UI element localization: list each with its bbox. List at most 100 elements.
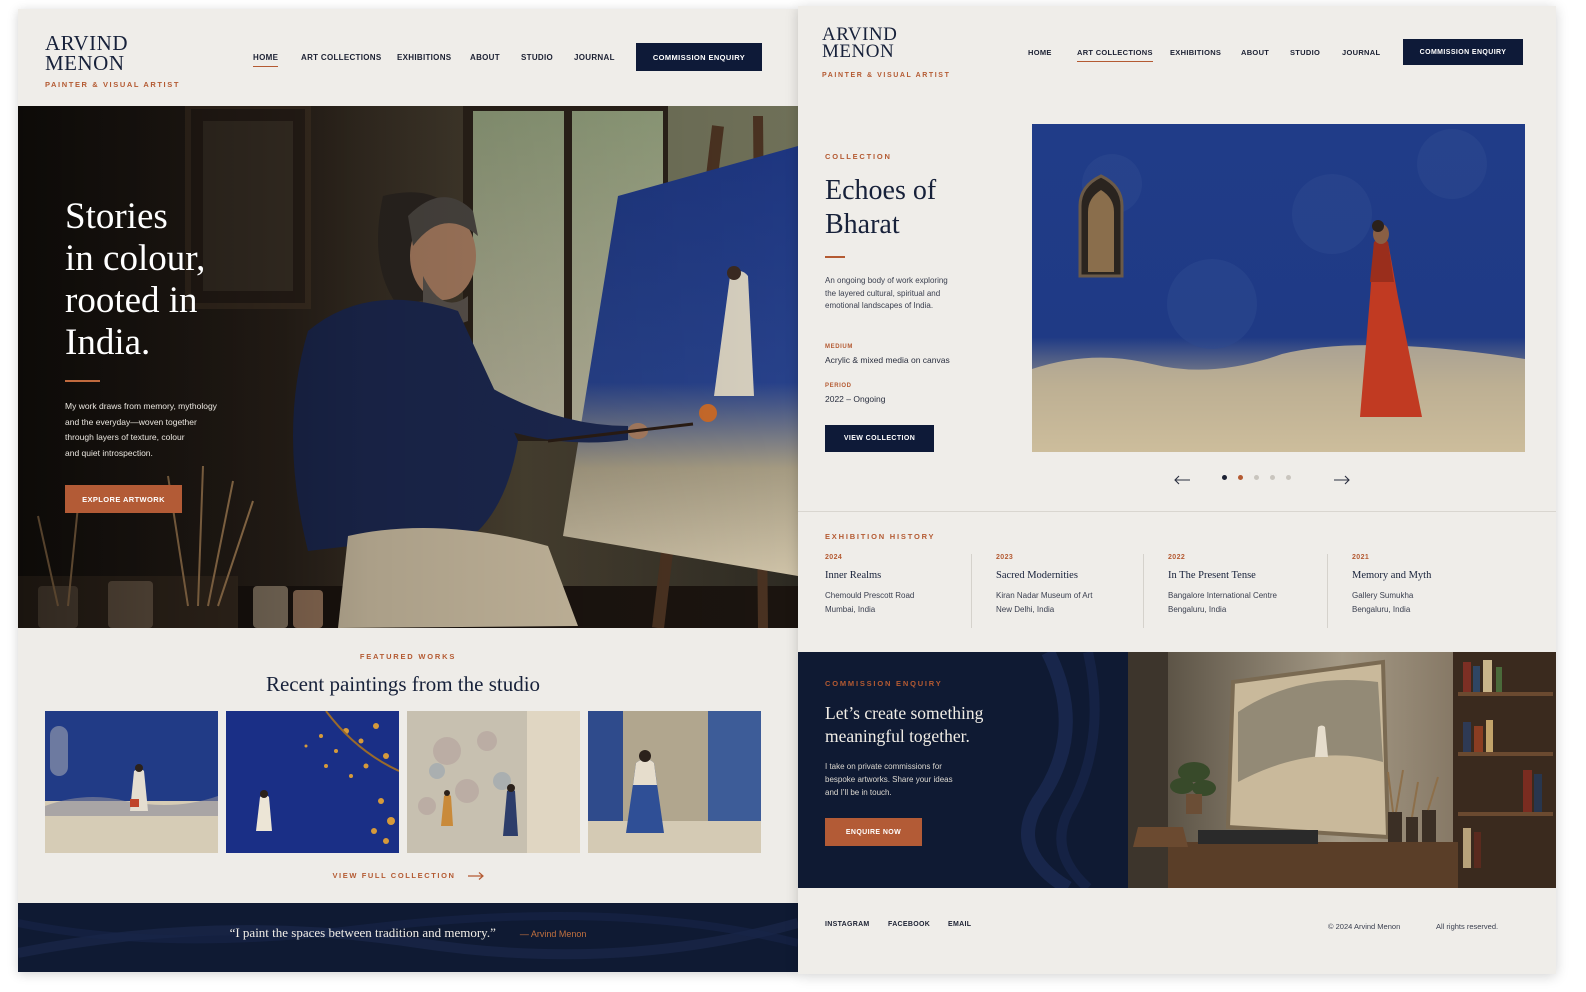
collection-description-line: the layered cultural, spiritual and <box>825 288 941 298</box>
exhibition-venue: Bangalore International Centre <box>1168 591 1277 600</box>
painting-image <box>407 711 580 853</box>
nav-art-collections[interactable]: ART COLLECTIONS <box>1077 48 1153 62</box>
site-header: ARVIND MENON PAINTER & VISUAL ARTIST HOM… <box>18 9 798 106</box>
commission-description-line: I take on private commissions for <box>825 762 942 771</box>
logo[interactable]: ARVIND MENON <box>822 25 897 62</box>
featured-painting-4[interactable] <box>588 711 761 853</box>
commission-enquiry-button[interactable]: COMMISSION ENQUIRY <box>636 43 762 71</box>
collection-description-line: An ongoing body of work exploring <box>825 276 948 285</box>
instagram-link[interactable]: INSTAGRAM <box>825 921 870 928</box>
hero-description-line: and quiet introspection. <box>65 447 153 458</box>
collection-divider <box>825 256 845 258</box>
home-page: ARVIND MENON PAINTER & VISUAL ARTIST HOM… <box>18 9 798 972</box>
painting-image <box>226 711 399 853</box>
carousel-dots <box>1222 475 1302 481</box>
exhibition-year: 2022 <box>1168 554 1186 561</box>
collection-description: An ongoing body of work exploring the la… <box>825 275 948 313</box>
footer: INSTAGRAM FACEBOOK EMAIL © 2024 Arvind M… <box>798 888 1556 974</box>
featured-title: Recent paintings from the studio <box>265 672 541 696</box>
carousel-dot[interactable] <box>1254 475 1259 480</box>
exhibition-city: Bengaluru, India <box>1168 605 1227 614</box>
period-value: 2022 – Ongoing <box>825 394 886 404</box>
commission-eyebrow: COMMISSION ENQUIRY <box>825 679 943 688</box>
logo[interactable]: ARVIND MENON <box>45 31 128 74</box>
nav-journal[interactable]: JOURNAL <box>574 53 615 62</box>
commission-description: I take on private commissions for bespok… <box>825 760 953 799</box>
view-full-collection-link[interactable]: VIEW FULL COLLECTION <box>18 871 798 880</box>
collection-title-line: Bharat <box>825 209 900 240</box>
hero-heading-line: in colour, <box>65 238 206 279</box>
email-link[interactable]: EMAIL <box>948 921 971 928</box>
collections-page: ARVIND MENON PAINTER & VISUAL ARTIST HOM… <box>798 6 1556 974</box>
carousel-dot[interactable] <box>1222 475 1227 480</box>
divider <box>971 554 972 628</box>
featured-painting-3[interactable] <box>407 711 580 853</box>
hero-section: Stories in colour, rooted in India. My w… <box>18 106 798 628</box>
exhibition-year: 2021 <box>1352 554 1370 561</box>
featured-painting-2[interactable] <box>226 711 399 853</box>
hero-description: My work draws from memory, mythology and… <box>65 399 217 461</box>
hero-heading: Stories in colour, rooted in India. <box>65 196 205 364</box>
painting-image <box>45 711 218 853</box>
quote-author: — Arvind Menon <box>519 929 587 939</box>
hero-description-line: My work draws from memory, mythology <box>65 401 217 411</box>
nav-studio[interactable]: STUDIO <box>521 53 553 62</box>
nav-exhibitions[interactable]: EXHIBITIONS <box>1170 48 1221 57</box>
exhibition-year: 2023 <box>996 554 1014 561</box>
featured-eyebrow: FEATURED WORKS <box>359 652 457 661</box>
exhibition-item[interactable]: 2024 Inner Realms Chemould Prescott Road… <box>825 554 914 626</box>
exhibition-title: In The Present Tense <box>1168 570 1256 581</box>
copyright: © 2024 Arvind Menon <box>1328 922 1401 931</box>
medium-value: Acrylic & mixed media on canvas <box>825 355 950 365</box>
medium-label: MEDIUM <box>825 344 853 350</box>
hero-heading-line: rooted in <box>65 280 198 321</box>
commission-title-line: Let’s create something <box>825 703 984 723</box>
arrow-left-icon <box>1174 475 1190 485</box>
exhibition-city: Bengaluru, India <box>1352 605 1411 614</box>
nav-about[interactable]: ABOUT <box>1241 48 1269 57</box>
exhibition-item[interactable]: 2023 Sacred Modernities Kiran Nadar Muse… <box>996 554 1092 626</box>
facebook-link[interactable]: FACEBOOK <box>888 921 930 928</box>
view-collection-button[interactable]: VIEW COLLECTION <box>825 425 934 452</box>
divider <box>798 511 1556 512</box>
commission-title-line: meaningful together. <box>825 726 970 746</box>
commission-title: Let’s create something meaningful togeth… <box>825 702 983 748</box>
painting-image <box>1032 124 1525 452</box>
featured-painting-1[interactable] <box>45 711 218 853</box>
nav-journal[interactable]: JOURNAL <box>1342 48 1380 57</box>
divider <box>1143 554 1144 628</box>
carousel-next-button[interactable] <box>1334 472 1350 490</box>
collection-eyebrow: COLLECTION <box>825 152 892 161</box>
explore-artwork-button[interactable]: EXPLORE ARTWORK <box>65 485 182 513</box>
exhibition-venue: Chemould Prescott Road <box>825 591 915 600</box>
commission-enquiry-button[interactable]: COMMISSION ENQUIRY <box>1403 39 1523 65</box>
hero-description-line: through layers of texture, colour <box>65 432 185 442</box>
nav-home[interactable]: HOME <box>253 53 279 67</box>
nav-home[interactable]: HOME <box>1028 48 1052 57</box>
studio-photo <box>1128 652 1556 888</box>
carousel-dot[interactable] <box>1270 475 1275 480</box>
exhibition-venue: Gallery Sumukha <box>1352 591 1414 600</box>
collection-hero-painting[interactable] <box>1032 124 1525 452</box>
exhibition-item[interactable]: 2021 Memory and Myth Gallery Sumukha Beng… <box>1352 554 1431 626</box>
logo-line-1: ARVIND <box>45 31 128 55</box>
divider <box>1327 554 1328 628</box>
nav-art-collections[interactable]: ART COLLECTIONS <box>301 53 382 62</box>
nav-exhibitions[interactable]: EXHIBITIONS <box>397 53 451 62</box>
logo-line-2: MENON <box>822 41 895 62</box>
painting-image <box>588 711 761 853</box>
logo-tagline: PAINTER & VISUAL ARTIST <box>45 80 180 89</box>
rights-text: All rights reserved. <box>1436 922 1499 931</box>
nav-about[interactable]: ABOUT <box>470 53 500 62</box>
logo-tagline: PAINTER & VISUAL ARTIST <box>822 72 951 79</box>
carousel-prev-button[interactable] <box>1174 472 1190 490</box>
commission-description-line: bespoke artworks. Share your ideas <box>825 775 953 784</box>
enquire-now-button[interactable]: ENQUIRE NOW <box>825 818 922 846</box>
carousel-dot[interactable] <box>1238 475 1243 480</box>
collection-title: Echoes of Bharat <box>825 174 936 242</box>
nav-studio[interactable]: STUDIO <box>1290 48 1320 57</box>
exhibition-item[interactable]: 2022 In The Present Tense Bangalore Inte… <box>1168 554 1277 626</box>
collection-description-line: emotional landscapes of India. <box>825 301 934 310</box>
commission-description-line: and I’ll be in touch. <box>825 788 892 797</box>
carousel-dot[interactable] <box>1286 475 1291 480</box>
